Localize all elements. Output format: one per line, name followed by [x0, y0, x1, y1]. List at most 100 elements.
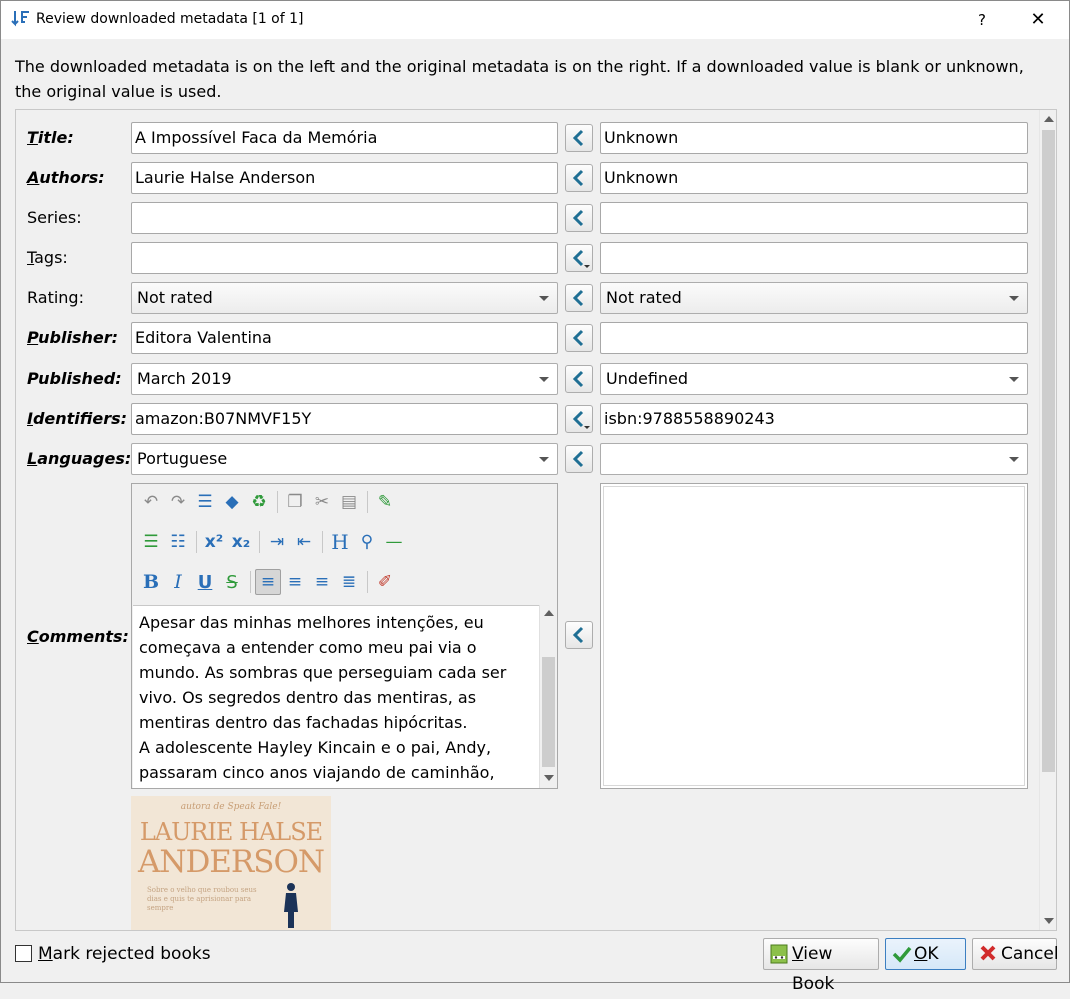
title-downloaded-input[interactable]: A Impossível Faca da Memória	[131, 122, 558, 154]
chevron-down-icon	[1009, 377, 1019, 382]
metadata-panel: Title: A Impossível Faca da Memória Unkn…	[15, 109, 1057, 931]
comments-scroll-thumb[interactable]	[542, 657, 555, 767]
authors-downloaded-input[interactable]: Laurie Halse Anderson	[131, 162, 558, 194]
scroll-down-icon[interactable]	[544, 775, 554, 781]
calibre-app-icon	[11, 11, 29, 27]
copy-rating-button[interactable]	[565, 284, 593, 312]
scroll-up-icon[interactable]	[544, 610, 554, 616]
copy-authors-button[interactable]	[565, 164, 593, 192]
chevron-left-icon	[572, 289, 584, 307]
panel-scroll-thumb[interactable]	[1042, 130, 1055, 772]
authors-label: Authors:	[27, 168, 105, 187]
mark-rejected-label[interactable]: Mark rejected books	[38, 944, 211, 964]
toolbar-separator	[367, 491, 368, 513]
ok-button[interactable]: OK	[885, 938, 966, 970]
editor-toolbar-row-2: ☰ ☷ x² x₂ ⇥ ⇤ H ⚲ —	[138, 527, 408, 557]
italic-icon[interactable]: I	[165, 569, 191, 595]
recycle-icon[interactable]: ♻	[246, 489, 272, 515]
align-left-icon[interactable]: ≡	[255, 569, 281, 595]
series-original-input[interactable]	[600, 202, 1028, 234]
link-icon[interactable]: ⚲	[354, 529, 380, 555]
bold-icon[interactable]: B	[138, 569, 164, 595]
close-button[interactable]: ✕	[1015, 1, 1061, 39]
comments-editor: ↶ ↷ ☰ ◆ ♻ ❐ ✂ ▤ ✎ ☰ ☷ x² x₂ ⇥ ⇤ H ⚲ — B …	[131, 483, 558, 789]
series-downloaded-input[interactable]	[131, 202, 558, 234]
identifiers-label: Identifiers:	[27, 409, 128, 428]
book-cover-image: autora de Speak Fale! LAURIE HALSE ANDER…	[131, 796, 331, 930]
cancel-x-icon	[980, 945, 996, 961]
languages-downloaded-select[interactable]: Portuguese	[131, 443, 558, 475]
rating-downloaded-select[interactable]: Not rated	[131, 282, 558, 314]
copy-comments-button[interactable]	[565, 621, 593, 649]
copy-identifiers-button[interactable]	[565, 405, 593, 433]
scroll-down-icon[interactable]	[1044, 918, 1054, 924]
underline-icon[interactable]: U	[192, 569, 218, 595]
published-downloaded-date[interactable]: March 2019	[131, 363, 558, 395]
horizontal-rule-icon[interactable]: —	[381, 529, 407, 555]
copy-languages-button[interactable]	[565, 445, 593, 473]
publisher-label: Publisher:	[27, 328, 119, 347]
rating-label: Rating:	[27, 288, 84, 307]
copy-published-button[interactable]	[565, 365, 593, 393]
toolbar-separator	[259, 531, 260, 553]
copy-series-button[interactable]	[565, 204, 593, 232]
indent-icon[interactable]: ⇥	[264, 529, 290, 555]
brush-icon[interactable]: ✎	[372, 489, 398, 515]
tags-downloaded-input[interactable]	[131, 242, 558, 274]
publisher-original-input[interactable]	[600, 322, 1028, 354]
editor-toolbar-row-1: ↶ ↷ ☰ ◆ ♻ ❐ ✂ ▤ ✎	[138, 487, 399, 517]
chevron-down-icon	[539, 296, 549, 301]
eraser-icon[interactable]: ◆	[219, 489, 245, 515]
align-center-icon[interactable]: ≡	[282, 569, 308, 595]
rating-original-select[interactable]: Not rated	[600, 282, 1028, 314]
align-right-icon[interactable]: ≡	[309, 569, 335, 595]
view-book-button[interactable]: View Book	[763, 938, 879, 994]
tags-original-input[interactable]	[600, 242, 1028, 274]
publisher-downloaded-input[interactable]: Editora Valentina	[131, 322, 558, 354]
chevron-left-icon	[572, 169, 584, 187]
copy-title-button[interactable]	[565, 124, 593, 152]
chevron-left-icon	[572, 129, 584, 147]
ordered-list-icon[interactable]: ☰	[138, 529, 164, 555]
select-all-icon[interactable]: ☰	[192, 489, 218, 515]
comments-text-area[interactable]: Apesar das minhas melhores intenções, eu…	[133, 605, 539, 788]
cancel-button[interactable]: Cancel	[972, 938, 1059, 970]
chevron-down-icon	[539, 457, 549, 462]
strikethrough-icon[interactable]: S	[219, 569, 245, 595]
scroll-up-icon[interactable]	[1044, 116, 1054, 122]
copy-icon[interactable]: ❐	[282, 489, 308, 515]
languages-original-select[interactable]	[600, 443, 1028, 475]
text-color-icon[interactable]: ✐	[372, 569, 398, 595]
rating-downloaded-value: Not rated	[137, 288, 213, 307]
outdent-icon[interactable]: ⇤	[291, 529, 317, 555]
paste-icon[interactable]: ▤	[336, 489, 362, 515]
languages-label: Languages:	[27, 449, 132, 468]
chevron-left-icon	[572, 626, 584, 644]
help-button[interactable]: ?	[959, 1, 1005, 39]
chevron-left-icon	[572, 329, 584, 347]
cover-figure-icon	[284, 883, 298, 928]
published-original-date[interactable]: Undefined	[600, 363, 1028, 395]
align-justify-icon[interactable]: ≣	[336, 569, 362, 595]
redo-icon[interactable]: ↷	[165, 489, 191, 515]
heading-icon[interactable]: H	[327, 529, 353, 555]
unordered-list-icon[interactable]: ☷	[165, 529, 191, 555]
published-label: Published:	[27, 369, 122, 388]
comments-scrollbar[interactable]	[539, 605, 557, 788]
original-comments-box[interactable]	[600, 483, 1028, 789]
panel-scrollbar[interactable]	[1039, 110, 1056, 930]
undo-icon[interactable]: ↶	[138, 489, 164, 515]
rating-original-value: Not rated	[606, 288, 682, 307]
original-comments-inner	[603, 486, 1025, 786]
authors-original-input[interactable]: Unknown	[600, 162, 1028, 194]
title-original-input[interactable]: Unknown	[600, 122, 1028, 154]
identifiers-downloaded-input[interactable]: amazon:B07NMVF15Y	[131, 403, 558, 435]
superscript-icon[interactable]: x²	[201, 529, 227, 555]
identifiers-original-input[interactable]: isbn:9788558890243	[600, 403, 1028, 435]
copy-tags-button[interactable]	[565, 244, 593, 272]
subscript-icon[interactable]: x₂	[228, 529, 254, 555]
copy-publisher-button[interactable]	[565, 324, 593, 352]
tags-label: Tags:	[27, 248, 68, 267]
mark-rejected-checkbox[interactable]	[15, 945, 32, 962]
cut-icon[interactable]: ✂	[309, 489, 335, 515]
